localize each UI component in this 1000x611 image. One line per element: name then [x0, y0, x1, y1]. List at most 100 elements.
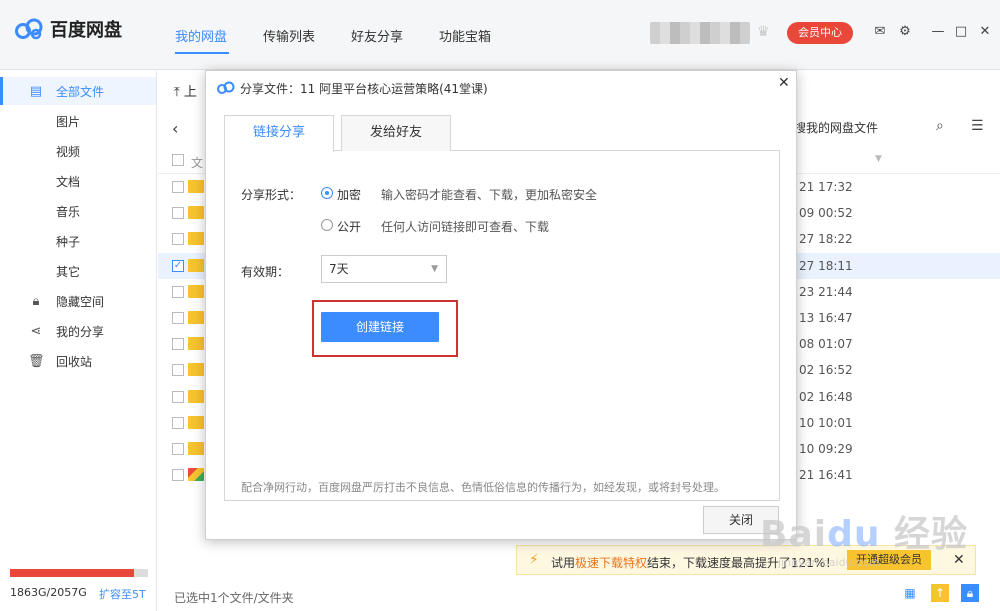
folder-icon [188, 442, 204, 455]
upload-button[interactable]: ⤒ 上 [174, 81, 197, 100]
sort-arrow-icon[interactable]: ▼ [875, 154, 882, 164]
column-header-name[interactable]: 文 [191, 154, 203, 171]
row-checkbox[interactable] [172, 233, 184, 246]
sidebar-item-my-shares[interactable]: ⋖ 我的分享 [0, 317, 156, 345]
upload-icon: ⤒ [174, 85, 180, 100]
share-icon: ⋖ [30, 323, 42, 339]
row-modified-date: 09 00:52 [799, 206, 853, 221]
gear-icon[interactable]: ⚙ [897, 24, 913, 40]
sidebar-item-videos[interactable]: 视频 [0, 137, 156, 165]
option-encrypted-desc: 输入密码才能查看、下载，更加私密安全 [381, 188, 598, 202]
watermark-url: jingyan.baidu.com [778, 556, 880, 569]
policy-notice: 配合净网行动，百度网盘严厉打击不良信息、色情低俗信息的传播行为，如经发现，或将封… [241, 481, 725, 494]
mail-icon[interactable]: ✉ [872, 24, 888, 40]
folder-icon [188, 180, 204, 193]
baidu-cloud-logo-icon [15, 18, 43, 40]
lock-icon: 🔒︎ [32, 293, 40, 309]
row-modified-date: 13 16:47 [799, 311, 853, 325]
sidebar-item-label: 文档 [56, 174, 81, 189]
folder-icon [188, 206, 204, 220]
validity-label: 有效期： [241, 265, 290, 279]
vip-center-button[interactable]: 会员中心 [787, 22, 853, 44]
search-input[interactable]: 搜我的网盘文件 [794, 119, 878, 136]
tab-send-to-friend[interactable]: 发给好友 [341, 115, 451, 151]
nav-toolbox[interactable]: 功能宝箱 [439, 0, 491, 70]
tab-link-share[interactable]: 链接分享 [224, 115, 334, 152]
sidebar-item-label: 视频 [56, 144, 81, 159]
list-view-icon[interactable]: ☰ [971, 118, 984, 134]
share-tabs: 链接分享 发给好友 [224, 115, 780, 152]
search-icon[interactable]: ⌕ [936, 118, 944, 134]
validity-select[interactable]: 7天 ▼ [321, 255, 447, 283]
row-checkbox[interactable] [172, 312, 184, 324]
sidebar-item-label: 种子 [56, 234, 81, 249]
status-bar: 已选中1个文件/文件夹 [158, 583, 1000, 611]
row-modified-date: 27 18:22 [799, 232, 853, 247]
row-checkbox[interactable] [172, 390, 184, 403]
share-form-label: 分享形式： [241, 188, 302, 202]
row-checkbox[interactable] [172, 181, 184, 193]
maximize-icon[interactable]: □ [953, 24, 969, 40]
row-modified-date: 08 01:07 [799, 337, 853, 352]
expand-storage-link[interactable]: 扩容至5T [99, 586, 146, 602]
selection-status: 已选中1个文件/文件夹 [174, 591, 294, 605]
minimize-icon[interactable]: — [930, 24, 946, 40]
radio-public[interactable] [321, 219, 333, 231]
option-public-label[interactable]: 公开 [337, 218, 361, 235]
sidebar-item-label: 我的分享 [56, 324, 105, 339]
row-checkbox[interactable] [172, 338, 184, 351]
row-checkbox[interactable] [172, 285, 184, 298]
create-link-button[interactable]: 创建链接 [321, 312, 439, 342]
sidebar-item-torrents[interactable]: 种子 [0, 227, 156, 255]
chevron-down-icon: ▼ [431, 264, 438, 274]
top-bar: 百度网盘 我的网盘 传输列表 好友分享 功能宝箱 ♛ 会员中心 ✉ ⚙ — □ … [0, 0, 1000, 70]
upload-label: 上 [183, 85, 197, 100]
row-checkbox[interactable] [172, 443, 184, 455]
app-logo: 百度网盘 [14, 16, 122, 42]
dialog-close-icon[interactable]: ✕ [778, 75, 790, 91]
upload-arrow-icon[interactable]: ↑ [931, 584, 949, 602]
grid-view-icon[interactable]: ▦ [901, 584, 919, 602]
radio-encrypted[interactable] [321, 187, 333, 199]
notification-prefix: 试用 [551, 556, 576, 570]
baidu-cloud-logo-icon [217, 81, 235, 94]
row-modified-date: 10 09:29 [799, 442, 853, 456]
share-dialog-header: 分享文件：11 阿里平台核心运营策略(41堂课) [206, 71, 796, 105]
row-modified-date: 02 16:52 [799, 363, 853, 378]
storage-usage-fill [10, 569, 135, 577]
row-checkbox[interactable] [172, 207, 184, 220]
link-share-panel: 分享形式： 加密 输入密码才能查看、下载，更加私密安全 公开 任何人访问链接即可… [224, 151, 780, 501]
row-checkbox[interactable] [172, 469, 184, 482]
notification-highlight[interactable]: 极速下载特权 [575, 556, 647, 570]
sidebar-item-others[interactable]: 其它 [0, 257, 156, 285]
folder-icon [188, 232, 204, 246]
row-modified-date: 21 16:41 [799, 468, 853, 483]
folder-icon [188, 415, 204, 429]
lock-icon[interactable]: 🔒︎ [961, 584, 979, 602]
app-file-icon [188, 468, 204, 482]
row-checkbox[interactable] [172, 364, 184, 377]
back-button[interactable]: ‹ [172, 119, 178, 138]
nav-transfer-list[interactable]: 传输列表 [263, 0, 315, 70]
sidebar-item-music[interactable]: 音乐 [0, 197, 156, 225]
select-all-checkbox[interactable] [172, 154, 184, 166]
folder-icon [188, 311, 204, 324]
baidu-jingyan-watermark: Baidu 经验 [760, 514, 969, 555]
close-icon[interactable]: ✕ [977, 24, 993, 40]
username-blurred[interactable] [650, 22, 750, 44]
sidebar-item-all-files[interactable]: ▤ 全部文件 [0, 77, 156, 105]
folder-icon [188, 284, 204, 298]
row-checkbox[interactable] [172, 416, 184, 429]
sidebar-item-images[interactable]: 图片 [0, 107, 156, 135]
sidebar-item-documents[interactable]: 文档 [0, 167, 156, 195]
sidebar-item-label: 全部文件 [56, 84, 105, 99]
lightning-icon: ⚡ [529, 552, 539, 568]
row-checkbox[interactable]: ✓ [172, 259, 184, 272]
option-encrypted-label[interactable]: 加密 [337, 186, 361, 203]
storage-usage-bar [10, 569, 148, 577]
sidebar-item-recycle-bin[interactable]: 🗑︎ 回收站 [0, 347, 156, 375]
app-name: 百度网盘 [50, 20, 122, 41]
nav-friend-share[interactable]: 好友分享 [351, 0, 403, 70]
nav-my-drive[interactable]: 我的网盘 [175, 0, 227, 70]
sidebar-item-hidden-space[interactable]: 🔒︎ 隐藏空间 [0, 287, 156, 315]
